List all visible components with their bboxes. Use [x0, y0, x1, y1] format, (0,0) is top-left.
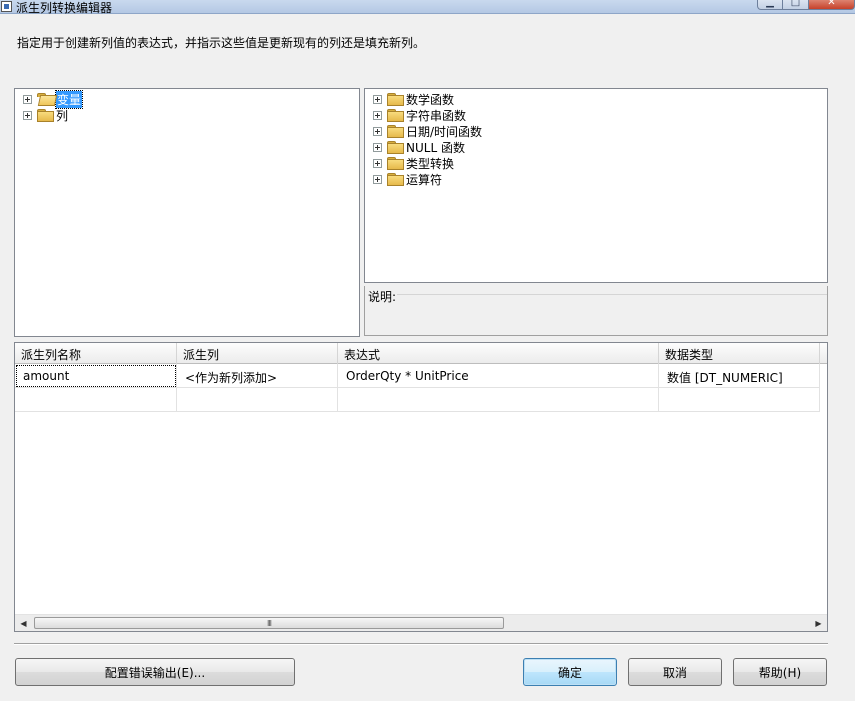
arrow-left-icon: ◀: [20, 618, 27, 628]
scrollbar-grip: III: [266, 618, 272, 628]
tree-item-null-functions[interactable]: NULL 函数: [373, 139, 465, 155]
title-bar: 派生列转换编辑器 ▁ □ ✕: [0, 0, 855, 15]
tree-item-variables[interactable]: 变量: [23, 89, 84, 109]
minimize-icon: ▁: [766, 0, 774, 8]
tree-item-label: 类型转换: [406, 156, 455, 171]
table-row[interactable]: amount <作为新列添加> OrderQty * UnitPrice 数值 …: [15, 364, 827, 388]
expand-icon[interactable]: [23, 110, 32, 120]
tree-item-math-functions[interactable]: 数学函数: [373, 91, 454, 107]
column-header-name[interactable]: 派生列名称: [15, 343, 177, 364]
app-icon[interactable]: [1, 1, 12, 12]
cell-column-name[interactable]: [15, 388, 177, 412]
folder-icon: [387, 109, 404, 122]
expand-icon[interactable]: [373, 110, 382, 120]
column-header-data-type[interactable]: 数据类型: [659, 343, 820, 364]
expand-icon[interactable]: [373, 174, 382, 184]
expand-icon[interactable]: [23, 94, 32, 104]
tree-item-label: 日期/时间函数: [406, 124, 483, 139]
close-button[interactable]: ✕: [809, 0, 855, 10]
window-controls: ▁ □ ✕: [757, 0, 855, 12]
functions-tree[interactable]: 数学函数 字符串函数 日期/时间函数 NULL 函数 类型转换 运算符: [364, 88, 828, 283]
derived-columns-grid[interactable]: 派生列名称 派生列 表达式 数据类型 amount <作为新列添加> Order…: [14, 342, 828, 632]
column-header-expression[interactable]: 表达式: [338, 343, 659, 364]
grid-header: 派生列名称 派生列 表达式 数据类型: [15, 343, 827, 364]
cell-data-type[interactable]: 数值 [DT_NUMERIC]: [659, 364, 820, 388]
configure-error-output-button[interactable]: 配置错误输出(E)...: [15, 658, 295, 686]
tree-item-label: 列: [56, 108, 69, 123]
expand-icon[interactable]: [373, 94, 382, 104]
scroll-right-button[interactable]: ▶: [810, 615, 827, 631]
cell-derived-column[interactable]: <作为新列添加>: [177, 364, 338, 388]
tree-item-label: 变量: [54, 89, 84, 109]
arrow-right-icon: ▶: [815, 618, 822, 628]
tree-item-string-functions[interactable]: 字符串函数: [373, 107, 466, 123]
separator: [14, 643, 828, 645]
tree-item-type-casts[interactable]: 类型转换: [373, 155, 454, 171]
tree-item-operators[interactable]: 运算符: [373, 171, 442, 187]
variables-columns-tree[interactable]: 变量 列: [14, 88, 360, 337]
tree-item-label: 运算符: [406, 172, 443, 187]
maximize-icon: □: [790, 0, 801, 8]
tree-item-columns[interactable]: 列: [23, 107, 68, 123]
tree-item-label: NULL 函数: [406, 140, 465, 155]
scrollbar-thumb[interactable]: III: [34, 617, 504, 629]
cell-expression[interactable]: OrderQty * UnitPrice: [338, 364, 659, 388]
cell-column-name[interactable]: amount: [15, 364, 177, 388]
tree-item-label: 字符串函数: [406, 108, 467, 123]
description-divider: [397, 294, 827, 295]
table-row-new[interactable]: [15, 388, 827, 412]
cell-expression[interactable]: [338, 388, 659, 412]
tree-item-datetime-functions[interactable]: 日期/时间函数: [373, 123, 482, 139]
folder-icon: [387, 93, 404, 106]
folder-icon: [387, 125, 404, 138]
expand-icon[interactable]: [373, 126, 382, 136]
expand-icon[interactable]: [373, 142, 382, 152]
expand-icon[interactable]: [373, 158, 382, 168]
maximize-button[interactable]: □: [783, 0, 809, 10]
scroll-left-button[interactable]: ◀: [15, 615, 32, 631]
cancel-button[interactable]: 取消: [628, 658, 722, 686]
tree-item-label: 数学函数: [406, 92, 455, 107]
ok-button[interactable]: 确定: [523, 658, 617, 686]
cell-derived-column[interactable]: [177, 388, 338, 412]
cell-data-type[interactable]: [659, 388, 820, 412]
folder-icon: [387, 173, 404, 186]
folder-icon: [37, 109, 54, 122]
instruction-text: 指定用于创建新列值的表达式，并指示这些值是更新现有的列还是填充新列。: [17, 36, 426, 50]
column-header-derived[interactable]: 派生列: [177, 343, 338, 364]
horizontal-scrollbar[interactable]: ◀ III ▶: [15, 614, 827, 631]
help-button[interactable]: 帮助(H): [733, 658, 827, 686]
description-label: 说明:: [368, 290, 397, 304]
description-panel: 说明:: [364, 286, 828, 336]
open-folder-icon: [37, 93, 53, 105]
close-icon: ✕: [827, 0, 836, 8]
folder-icon: [387, 157, 404, 170]
window-title: 派生列转换编辑器: [16, 1, 113, 15]
folder-icon: [387, 141, 404, 154]
minimize-button[interactable]: ▁: [757, 0, 783, 10]
